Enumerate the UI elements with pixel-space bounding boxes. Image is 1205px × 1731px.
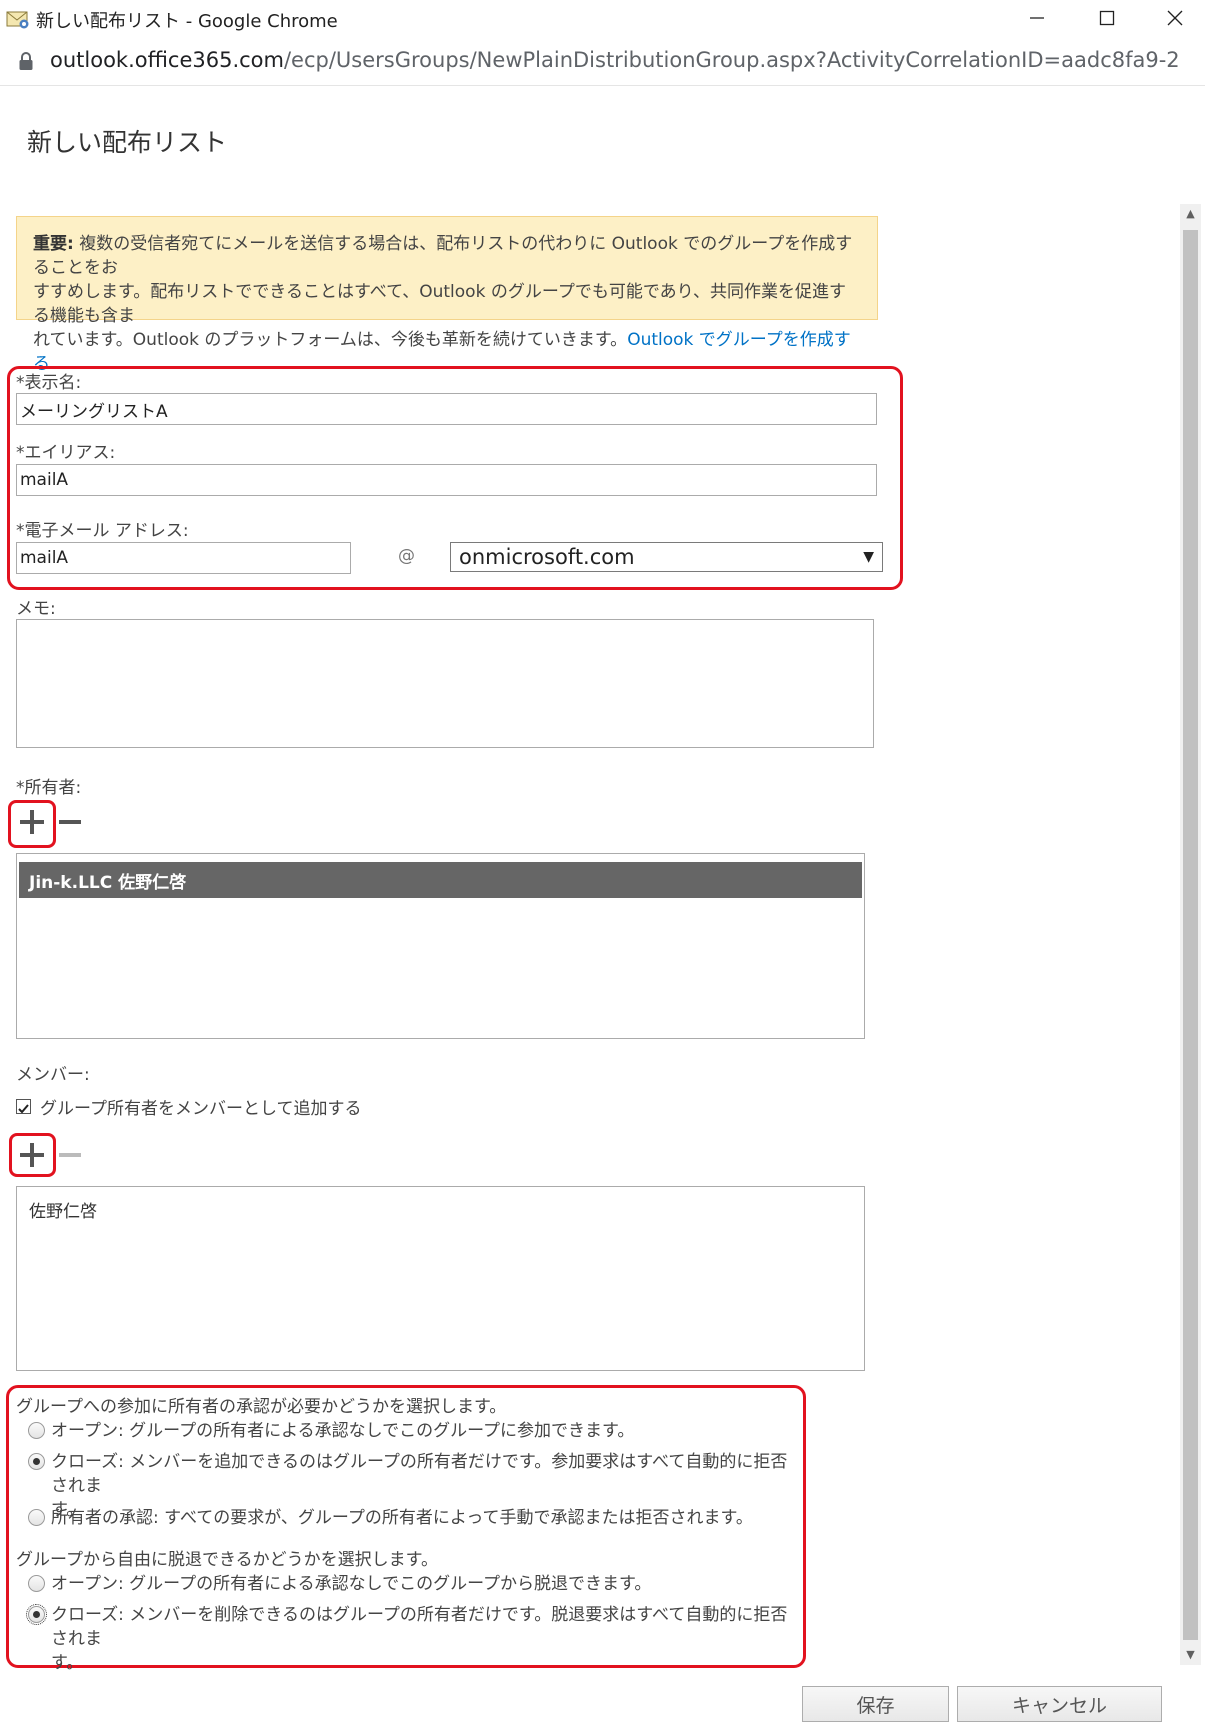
add-owner-button[interactable] — [17, 807, 47, 837]
cancel-button[interactable]: キャンセル — [957, 1686, 1162, 1722]
email-local-input[interactable] — [16, 542, 351, 574]
url-path: /ecp/UsersGroups/NewPlainDistributionGro… — [283, 48, 1180, 72]
scroll-down-arrow-icon[interactable]: ▼ — [1180, 1645, 1201, 1665]
vertical-scrollbar[interactable]: ▲ ▼ — [1180, 204, 1201, 1665]
notice-line-1: 重要: 複数の受信者宛てにメールを送信する場合は、配布リストの代わりに Outl… — [33, 232, 861, 280]
members-label: メンバー: — [16, 1065, 90, 1085]
remove-owner-button[interactable] — [55, 807, 85, 837]
join-open-text: オープン: グループの所有者による承認なしでこのグループに参加できます。 — [51, 1421, 635, 1441]
leave-closed-line2: す。 — [51, 1653, 84, 1673]
window-title: 新しい配布リスト - Google Chrome — [36, 11, 338, 32]
minimize-icon — [1030, 17, 1044, 19]
join-option-open[interactable]: オープン: グループの所有者による承認なしでこのグループに参加できます。 — [28, 1419, 634, 1443]
window-title-bar: 新しい配布リスト - Google Chrome — [0, 0, 1205, 36]
notes-label: メモ: — [16, 599, 56, 619]
domain-select[interactable]: onmicrosoft.com ▼ — [450, 542, 883, 572]
maximize-button[interactable] — [1078, 0, 1136, 36]
leave-open-text: オープン: グループの所有者による承認なしでこのグループから脱退できます。 — [51, 1574, 652, 1594]
join-closed-line1: クローズ: メンバーを追加できるのはグループの所有者だけです。参加要求はすべて自… — [51, 1452, 788, 1496]
important-notice: 重要: 複数の受信者宛てにメールを送信する場合は、配布リストの代わりに Outl… — [16, 216, 878, 374]
lock-icon — [18, 51, 34, 71]
at-sign: @ — [398, 546, 415, 566]
add-owners-as-members-row[interactable]: グループ所有者をメンバーとして追加する — [16, 1094, 361, 1119]
minus-icon — [59, 1153, 81, 1157]
minus-icon — [59, 820, 81, 824]
alias-input[interactable] — [16, 464, 877, 496]
plus-icon — [20, 810, 44, 834]
notice-bold-label: 重要: — [33, 234, 74, 254]
add-owners-as-members-checkbox[interactable] — [16, 1099, 31, 1114]
leave-closed-line1: クローズ: メンバーを削除できるのはグループの所有者だけです。脱退要求はすべて自… — [51, 1605, 788, 1649]
leave-option-closed[interactable]: クローズ: メンバーを削除できるのはグループの所有者だけです。脱退要求はすべて自… — [26, 1603, 788, 1675]
notes-textarea[interactable] — [16, 619, 874, 748]
join-open-radio[interactable] — [28, 1422, 45, 1439]
join-option-owner-approval[interactable]: 所有者の承認: すべての要求が、グループの所有者によって手動で承認または拒否され… — [28, 1506, 753, 1530]
close-window-button[interactable] — [1146, 0, 1204, 36]
address-bar[interactable]: outlook.office365.com/ecp/UsersGroups/Ne… — [0, 36, 1205, 86]
add-owners-as-members-label: グループ所有者をメンバーとして追加する — [40, 1099, 362, 1119]
notice-text-3: れています。Outlook のプラットフォームは、今後も革新を続けていきます。 — [33, 330, 628, 350]
leave-closed-radio[interactable] — [26, 1604, 47, 1625]
leave-question: グループから自由に脱退できるかどうかを選択します。 — [16, 1550, 438, 1570]
scroll-up-arrow-icon[interactable]: ▲ — [1180, 204, 1201, 224]
join-owner-approval-text: 所有者の承認: すべての要求が、グループの所有者によって手動で承認または拒否され… — [51, 1508, 753, 1528]
member-list-item[interactable]: 佐野仁啓 — [17, 1187, 864, 1232]
dropdown-arrow-icon: ▼ — [863, 549, 874, 565]
url-host: outlook.office365.com — [50, 48, 284, 72]
alias-label: *エイリアス: — [16, 443, 116, 463]
leave-closed-text: クローズ: メンバーを削除できるのはグループの所有者だけです。脱退要求はすべて自… — [51, 1603, 788, 1675]
members-list[interactable]: 佐野仁啓 — [16, 1186, 865, 1371]
owners-list[interactable]: Jin-k.LLC 佐野仁啓 — [16, 853, 865, 1039]
domain-select-value: onmicrosoft.com — [459, 545, 635, 569]
minimize-button[interactable] — [1008, 0, 1066, 36]
page-title: 新しい配布リスト — [27, 128, 228, 157]
notice-text-1: 複数の受信者宛てにメールを送信する場合は、配布リストの代わりに Outlook … — [33, 234, 853, 278]
display-name-label: *表示名: — [16, 373, 82, 393]
remove-member-button[interactable] — [55, 1140, 85, 1170]
owners-label: *所有者: — [16, 778, 82, 798]
join-owner-approval-radio[interactable] — [28, 1509, 45, 1526]
join-closed-radio[interactable] — [28, 1453, 45, 1470]
url-text[interactable]: outlook.office365.com/ecp/UsersGroups/Ne… — [50, 48, 1180, 72]
plus-icon — [20, 1143, 44, 1167]
maximize-icon — [1099, 10, 1115, 26]
owner-list-item[interactable]: Jin-k.LLC 佐野仁啓 — [19, 862, 862, 898]
envelope-app-icon — [6, 8, 30, 30]
close-icon — [1167, 10, 1183, 26]
display-name-input[interactable] — [16, 393, 877, 425]
leave-open-radio[interactable] — [28, 1575, 45, 1592]
notice-line-2: すすめします。配布リストでできることはすべて、Outlook のグループでも可能… — [33, 282, 846, 326]
join-approval-question: グループへの参加に所有者の承認が必要かどうかを選択します。 — [16, 1397, 507, 1417]
checkmark-icon — [18, 1104, 29, 1114]
scrollbar-thumb[interactable] — [1183, 230, 1198, 1640]
leave-option-open[interactable]: オープン: グループの所有者による承認なしでこのグループから脱退できます。 — [28, 1572, 651, 1596]
email-label: *電子メール アドレス: — [16, 521, 189, 541]
save-button[interactable]: 保存 — [802, 1686, 949, 1722]
add-member-button[interactable] — [17, 1140, 47, 1170]
